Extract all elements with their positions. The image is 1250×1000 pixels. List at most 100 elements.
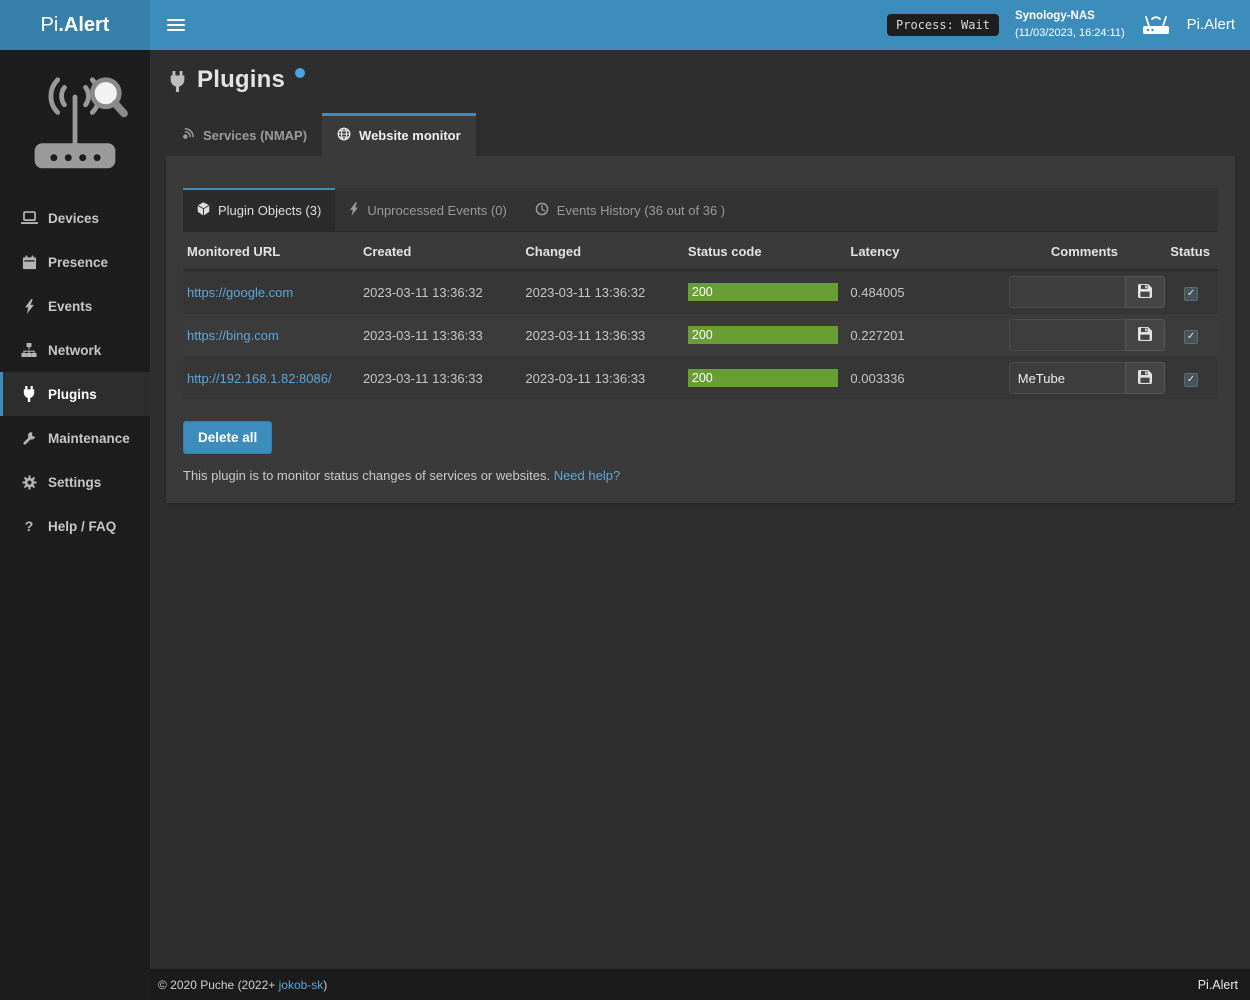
status-code-bar: 200 [688,326,838,344]
tab-services-nmap[interactable]: Services (NMAP) [166,113,322,156]
changed-cell: 2023-03-11 13:36:32 [521,270,683,314]
table-row: https://google.com 2023-03-11 13:36:32 2… [183,270,1218,314]
status-checkbox[interactable]: ✓ [1184,373,1198,387]
sidebar-item-help-faq[interactable]: ? Help / FAQ [0,504,150,548]
tab-label: Plugin Objects (3) [218,203,321,218]
plug-icon [20,386,38,402]
laptop-icon [20,211,38,225]
navbar: Process: Wait Synology-NAS (11/03/2023, … [150,0,1250,50]
comment-input[interactable] [1009,319,1125,351]
tab-plugin-objects[interactable]: Plugin Objects (3) [183,188,335,231]
sidebar-item-label: Plugins [48,387,97,402]
sidebar-item-label: Help / FAQ [48,519,116,534]
check-icon: ✓ [1187,331,1195,342]
comment-input[interactable] [1009,362,1125,394]
sidebar-item-label: Presence [48,255,108,270]
clock-icon [535,202,549,219]
sidebar-item-events[interactable]: Events [0,284,150,328]
process-status-badge: Process: Wait [887,14,999,36]
page-title: Plugins [197,66,285,94]
monitored-url-link[interactable]: https://google.com [187,285,293,300]
sidebar-item-label: Events [48,299,92,314]
jokob-sk-link[interactable]: jokob-sk [279,978,324,992]
brand-logo[interactable]: Pi.Alert [0,0,150,50]
question-icon: ? [20,518,38,534]
tab-unprocessed-events[interactable]: Unprocessed Events (0) [335,188,520,231]
table-header-row: Monitored URL Created Changed Status cod… [183,234,1218,270]
device-info: Synology-NAS (11/03/2023, 16:24:11) [1015,8,1125,43]
comment-cell [1005,314,1166,357]
status-checkbox[interactable]: ✓ [1184,330,1198,344]
title-info-badge[interactable] [295,68,305,78]
save-icon [1138,327,1152,344]
comment-input[interactable] [1009,276,1125,308]
sidebar-item-presence[interactable]: Presence [0,240,150,284]
monitored-url-link[interactable]: http://192.168.1.82:8086/ [187,371,332,386]
status-checkbox[interactable]: ✓ [1184,287,1198,301]
status-code-cell: 200 [684,357,846,400]
col-monitored-url: Monitored URL [183,234,359,270]
status-code-cell: 200 [684,314,846,357]
save-comment-button[interactable] [1125,362,1165,394]
bolt-icon [349,202,359,219]
latency-cell: 0.484005 [846,270,1004,314]
col-created: Created [359,234,521,270]
sidebar-item-settings[interactable]: Settings [0,460,150,504]
changed-cell: 2023-03-11 13:36:33 [521,314,683,357]
col-latency: Latency [846,234,1004,270]
save-icon [1138,284,1152,301]
sidebar-item-label: Network [48,343,101,358]
latency-cell: 0.227201 [846,314,1004,357]
created-cell: 2023-03-11 13:36:33 [359,357,521,400]
table-row: https://bing.com 2023-03-11 13:36:33 202… [183,314,1218,357]
brand-text-bold: .Alert [58,14,109,37]
sidebar-item-plugins[interactable]: Plugins [0,372,150,416]
col-changed: Changed [521,234,683,270]
calendar-icon [20,255,38,270]
sidebar-item-maintenance[interactable]: Maintenance [0,416,150,460]
comment-cell [1005,270,1166,314]
app-name: Pi.Alert [1187,16,1235,33]
monitored-url-cell: http://192.168.1.82:8086/ [183,357,359,400]
tab-events-history[interactable]: Events History (36 out of 36 ) [521,188,739,231]
sidebar-item-label: Maintenance [48,431,130,446]
col-status: Status [1166,234,1218,270]
sidebar-item-label: Settings [48,475,101,490]
sidebar-nav: Devices Presence Events Network Plugins … [0,196,150,548]
status-code-bar: 200 [688,283,838,301]
device-name: Synology-NAS [1015,8,1125,26]
sidebar-item-label: Devices [48,211,99,226]
comment-cell [1005,357,1166,400]
bolt-icon [20,299,38,314]
footer: © 2020 Puche (2022+ jokob-sk) Pi.Alert [150,969,1250,1000]
changed-cell: 2023-03-11 13:36:33 [521,357,683,400]
sidebar: Devices Presence Events Network Plugins … [0,50,150,1000]
tab-website-monitor[interactable]: Website monitor [322,113,476,156]
plugin-tabs: Services (NMAP) Website monitor [166,113,1235,156]
sidebar-item-devices[interactable]: Devices [0,196,150,240]
tab-label: Services (NMAP) [203,128,307,143]
sidebar-item-network[interactable]: Network [0,328,150,372]
check-icon: ✓ [1187,374,1195,385]
tab-label: Unprocessed Events (0) [367,203,506,218]
save-comment-button[interactable] [1125,319,1165,351]
col-comments: Comments [1005,234,1166,270]
check-icon: ✓ [1187,288,1195,299]
services-icon [181,127,195,144]
status-cell: ✓ [1166,314,1218,357]
monitored-url-link[interactable]: https://bing.com [187,328,279,343]
website-monitor-panel: Plugin Objects (3) Unprocessed Events (0… [166,156,1235,503]
router-icon [1141,13,1171,37]
need-help-link[interactable]: Need help? [554,468,621,483]
delete-all-button[interactable]: Delete all [183,421,272,454]
plugin-inner-tabs: Plugin Objects (3) Unprocessed Events (0… [183,188,1218,232]
tab-label: Website monitor [359,128,461,143]
monitored-url-cell: https://google.com [183,270,359,314]
created-cell: 2023-03-11 13:36:33 [359,314,521,357]
wrench-icon [20,431,38,446]
latency-cell: 0.003336 [846,357,1004,400]
save-comment-button[interactable] [1125,276,1165,308]
sidebar-toggle-button[interactable] [167,13,185,37]
col-status-code: Status code [684,234,846,270]
status-cell: ✓ [1166,357,1218,400]
